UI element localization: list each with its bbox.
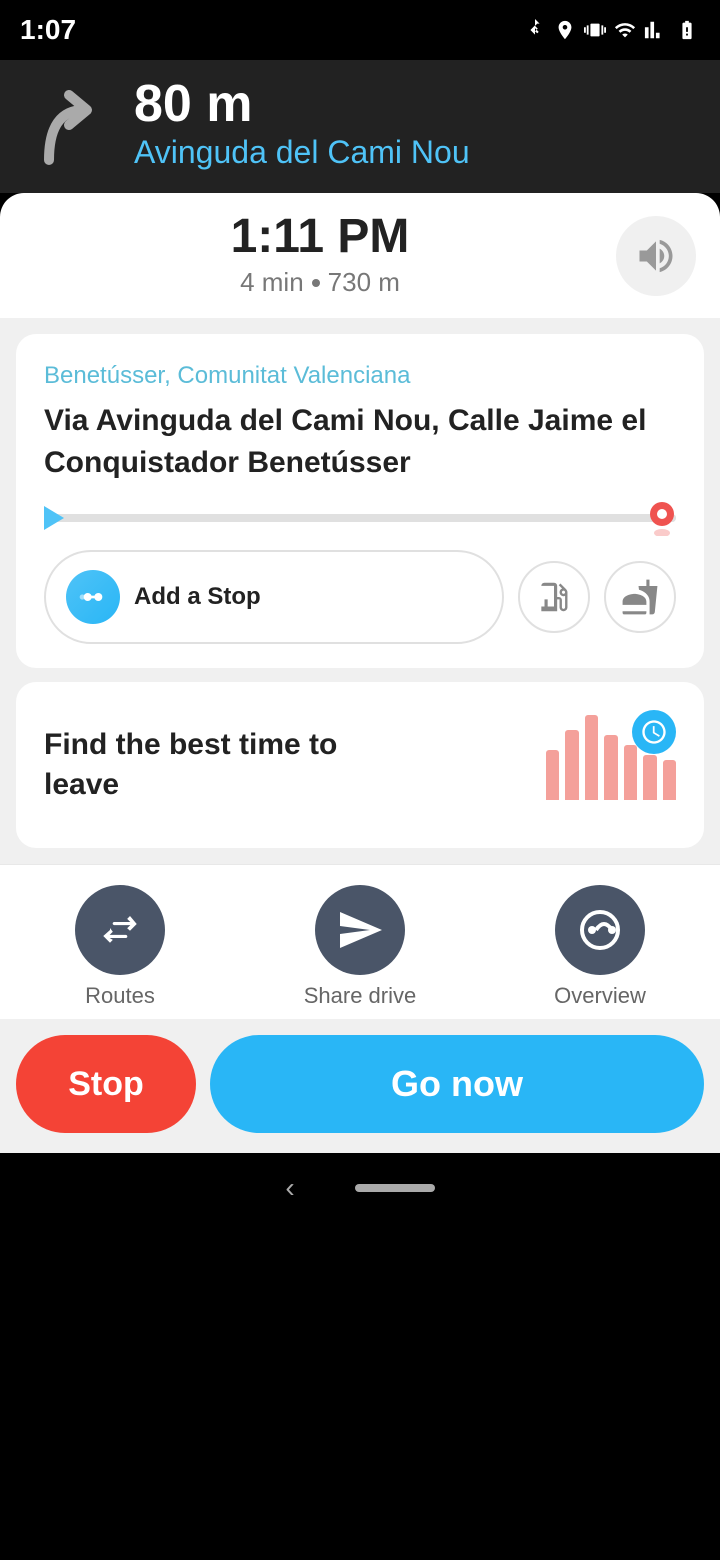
- navigation-header: 80 m Avinguda del Cami Nou: [0, 60, 720, 193]
- chart-bar: [546, 750, 559, 800]
- routes-label: Routes: [85, 983, 155, 1009]
- toolbar-share[interactable]: Share drive: [240, 885, 480, 1009]
- status-time: 1:07: [20, 14, 76, 46]
- share-label: Share drive: [304, 983, 417, 1009]
- time-card-text: Find the best time to leave: [44, 725, 384, 806]
- nav-distance: 80 m: [134, 78, 696, 130]
- nav-street: Avinguda del Cami Nou: [134, 134, 696, 171]
- find-best-time-card[interactable]: Find the best time to leave: [16, 682, 704, 848]
- share-circle: [315, 885, 405, 975]
- progress-bar: [44, 514, 676, 522]
- wifi-icon: [614, 19, 636, 41]
- add-stop-icon: [66, 570, 120, 624]
- nav-info: 80 m Avinguda del Cami Nou: [134, 78, 696, 171]
- status-bar: 1:07: [0, 0, 720, 60]
- chart-bar: [624, 745, 637, 800]
- add-stop-button[interactable]: Add a Stop: [44, 550, 504, 644]
- bottom-toolbar: Routes Share drive Overview: [0, 864, 720, 1019]
- progress-start-indicator: [44, 506, 64, 530]
- signal-icon: [644, 19, 666, 41]
- chart-bar: [643, 755, 656, 800]
- eta-minutes: 4 min: [240, 267, 304, 298]
- destination-region: Benetússer, Comunitat Valenciana: [44, 362, 676, 390]
- overview-circle: [555, 885, 645, 975]
- eta-time: 1:11 PM: [231, 213, 410, 261]
- time-card-visual: [546, 710, 676, 820]
- gas-station-button[interactable]: [518, 561, 590, 633]
- turn-arrow: [24, 80, 114, 170]
- toolbar-overview[interactable]: Overview: [480, 885, 720, 1009]
- home-pill[interactable]: [355, 1184, 435, 1192]
- bottom-actions: Stop Go now: [0, 1019, 720, 1153]
- stop-button[interactable]: Stop: [16, 1035, 196, 1133]
- eta-distance: 730 m: [328, 267, 400, 298]
- destination-address: Via Avinguda del Cami Nou, Calle Jaime e…: [44, 400, 676, 484]
- vibrate-icon: [584, 19, 606, 41]
- chart-bar: [663, 760, 676, 800]
- action-row: Add a Stop: [44, 550, 676, 644]
- chart-bar: [565, 730, 578, 800]
- status-icons: [524, 19, 700, 41]
- clock-badge: [632, 710, 676, 754]
- routes-circle: [75, 885, 165, 975]
- overview-label: Overview: [554, 983, 646, 1009]
- location-icon: [554, 19, 576, 41]
- chart-bar: [604, 735, 617, 800]
- eta-info: 1:11 PM 4 min 730 m: [24, 213, 616, 298]
- eta-bar: 1:11 PM 4 min 730 m: [0, 193, 720, 318]
- go-now-button[interactable]: Go now: [210, 1035, 704, 1133]
- bluetooth-icon: [524, 19, 546, 41]
- destination-card: Benetússer, Comunitat Valenciana Via Avi…: [16, 334, 704, 668]
- battery-icon: [674, 19, 700, 41]
- sound-button[interactable]: [616, 216, 696, 296]
- eta-dot: [312, 279, 320, 287]
- cards-section: Benetússer, Comunitat Valenciana Via Avi…: [0, 318, 720, 864]
- back-button[interactable]: ‹: [285, 1172, 294, 1204]
- restaurant-button[interactable]: [604, 561, 676, 633]
- add-stop-label: Add a Stop: [134, 583, 261, 611]
- toolbar-routes[interactable]: Routes: [0, 885, 240, 1009]
- eta-details: 4 min 730 m: [240, 267, 400, 298]
- android-nav-bar: ‹: [0, 1153, 720, 1223]
- progress-fill: [44, 514, 676, 522]
- chart-bar: [585, 715, 598, 800]
- progress-end-indicator: [644, 500, 680, 536]
